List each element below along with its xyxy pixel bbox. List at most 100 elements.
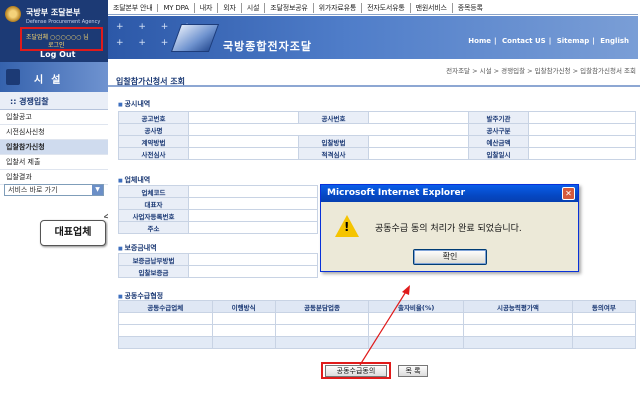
label: 입찰방법 (298, 135, 369, 148)
value (528, 135, 636, 148)
topmenu-item[interactable]: 위가자료유통 (312, 3, 361, 13)
label: 발주기관 (468, 111, 529, 124)
value (188, 209, 318, 222)
value (528, 123, 636, 136)
label: 예산금액 (468, 135, 529, 148)
building-icon (6, 69, 20, 85)
value (368, 135, 469, 148)
topmenu-item[interactable]: 조달정보공유 (264, 3, 312, 13)
column-header: 동의여부 (571, 300, 637, 313)
english-link[interactable]: English (597, 37, 632, 45)
value (528, 111, 636, 124)
warning-glyph: ! (344, 220, 350, 234)
company-table: 업체코드 대표자 사업자등록번호 주소 (118, 185, 318, 234)
alert-dialog: Microsoft Internet Explorer ✕ ! 공동수급 동의 … (320, 184, 579, 272)
table-cell (118, 336, 213, 349)
section-title-notice: 공시내역 (118, 99, 150, 109)
label: 보증금납부방법 (118, 253, 189, 266)
table-cell (211, 336, 276, 349)
label: 주소 (118, 221, 189, 234)
seal-icon (5, 6, 21, 22)
chevron-down-icon[interactable]: ▼ (92, 185, 103, 195)
value (368, 147, 469, 160)
sidebar-item[interactable]: 시전심사신청 (0, 125, 108, 140)
table-cell (463, 336, 573, 349)
value (368, 111, 469, 124)
sidebar-item-active[interactable]: 입찰참가신청 (0, 140, 108, 155)
label: 공사명 (118, 123, 189, 136)
topmenu-item[interactable]: 맨원서비스 (409, 3, 452, 13)
section-title-bond: 보증금내역 (118, 243, 156, 253)
warning-icon: ! (335, 215, 359, 237)
sitemap-link[interactable]: Sitemap (554, 37, 593, 45)
table-cell (211, 324, 276, 337)
sidebar-item[interactable]: 입찰서 제출 (0, 155, 108, 170)
label: 공고번호 (118, 111, 189, 124)
column-header: 공동수급업체 (118, 300, 213, 313)
service-shortcut-select[interactable]: 서비스 바로 가기 ▼ (4, 184, 104, 196)
topmenu-item[interactable]: 조달본부 안내 (108, 3, 157, 13)
value (188, 185, 318, 198)
login-status: 로그인 (48, 42, 65, 49)
login-highlight-frame: 조달업체 ○○○○○○ 님 로그인 (20, 27, 103, 51)
label: 사전심사 (118, 147, 189, 160)
table-cell (118, 312, 213, 325)
logout-button[interactable]: Log Out (40, 50, 75, 59)
topmenu-item[interactable]: 전자도서유통 (361, 3, 409, 13)
topmenu-item[interactable]: 종목등록 (451, 3, 488, 13)
header-links: Home | Contact US | Sitemap | English (465, 37, 632, 45)
value (188, 265, 318, 278)
logo-subtitle: Defense Procurement Agency (26, 19, 101, 25)
main-header: 입찰참가신청서 조회 전자조달 > 시설 > 경쟁입찰 > 입찰참가신청 > 입… (108, 59, 640, 87)
home-link[interactable]: Home (465, 37, 494, 45)
table-cell (571, 312, 637, 325)
value (188, 197, 318, 210)
topmenu-item[interactable]: 내자 (193, 3, 217, 13)
callout-label: 대표업체 (40, 220, 106, 246)
label: 대표자 (118, 197, 189, 210)
value (188, 253, 318, 266)
notice-table: 공고번호 공사번호 발주기관 공사명 공사구분 계약방법 입찰방법 예산금액 사… (118, 111, 636, 160)
breadcrumb: 전자조달 > 시설 > 경쟁입찰 > 입찰참가신청 > 입찰참가신청서 조회 (446, 67, 636, 75)
sidebar-item[interactable]: 입찰결과 (0, 170, 108, 185)
ok-button[interactable]: 확인 (413, 249, 487, 265)
label: 공사구분 (468, 123, 529, 136)
sidebar-subtitle: :: 경쟁입찰 (0, 92, 108, 110)
table-cell (571, 336, 637, 349)
close-icon[interactable]: ✕ (562, 187, 575, 200)
sidebar-title: 시설 (0, 62, 108, 92)
label: 입찰보증금 (118, 265, 189, 278)
column-header: 이행방식 (211, 300, 276, 313)
label: 업체코드 (118, 185, 189, 198)
topmenu-item[interactable]: 외자 (217, 3, 240, 13)
sidebar-title-text: 시설 (34, 75, 69, 86)
value (528, 147, 636, 160)
sidebar-subtitle-text: :: 경쟁입찰 (10, 97, 49, 106)
topmenu-item[interactable]: MY DPA (157, 4, 193, 12)
value (188, 221, 318, 234)
contact-link[interactable]: Contact US (499, 37, 549, 45)
label: 사업자등록번호 (118, 209, 189, 222)
dialog-message: 공동수급 동의 처리가 완료 되었습니다. (375, 224, 522, 234)
table-cell (463, 324, 573, 337)
table-cell (118, 324, 213, 337)
red-arrow-indicator (359, 285, 410, 366)
label: 적격심사 (298, 147, 369, 160)
label: 계약방법 (118, 135, 189, 148)
table-cell (571, 324, 637, 337)
sidebar-item[interactable]: 입찰공고 (0, 110, 108, 125)
value (188, 111, 299, 124)
topmenu-item[interactable]: 시설 (240, 3, 264, 13)
table-cell (463, 312, 573, 325)
dialog-title: Microsoft Internet Explorer (327, 188, 466, 198)
bond-table: 보증금납부방법 입찰보증금 (118, 253, 318, 278)
column-header: 시공능력평가액 (463, 300, 573, 313)
value (188, 147, 299, 160)
sidebar-menu: 입찰공고 시전심사신청 입찰참가신청 입찰서 제출 입찰결과 (0, 110, 108, 185)
page-title: 입찰참가신청서 조회 (116, 77, 186, 86)
dialog-titlebar[interactable]: Microsoft Internet Explorer ✕ (321, 185, 578, 202)
value (188, 135, 299, 148)
table-cell (211, 312, 276, 325)
header-banner: + + + + + + + + 국방종합전자조달 Home | Contact U… (108, 16, 638, 59)
label: 입찰일시 (468, 147, 529, 160)
